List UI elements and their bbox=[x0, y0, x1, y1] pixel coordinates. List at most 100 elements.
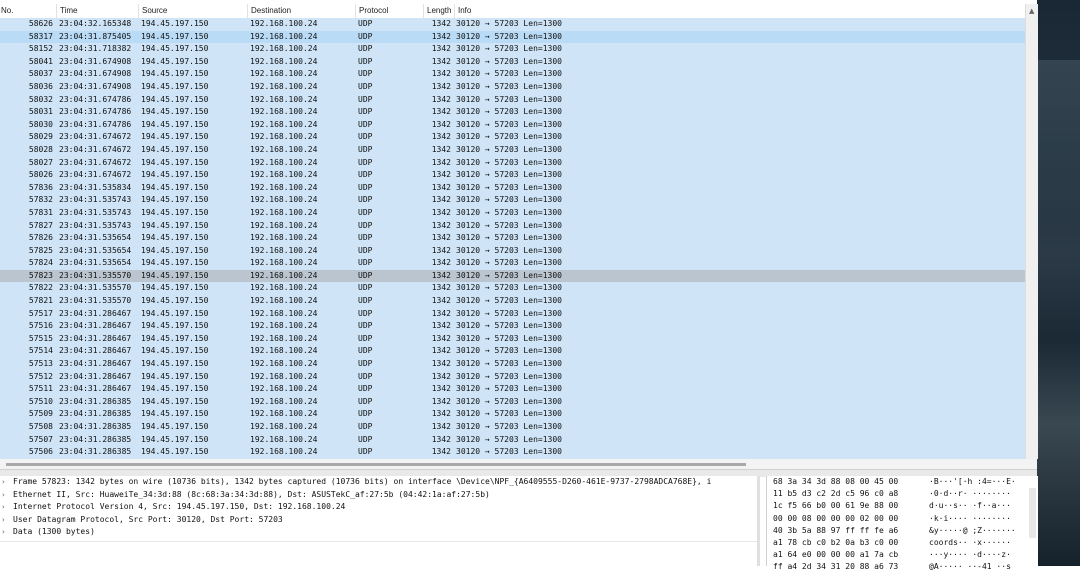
detail-tree-item[interactable]: › Ethernet II, Src: HuaweiTe_34:3d:88 (8c… bbox=[0, 489, 760, 502]
column-header-source[interactable]: Source bbox=[142, 6, 167, 15]
packet-row[interactable]: 58028 23:04:31.674672 194.45.197.150 192.16… bbox=[0, 144, 1025, 157]
packet-row[interactable]: 58041 23:04:31.674908 194.45.197.150 192.16… bbox=[0, 56, 1025, 69]
packet-row[interactable]: 57507 23:04:31.286385 194.45.197.150 192.16… bbox=[0, 434, 1025, 447]
cell-destination: 192.168.100.24 bbox=[250, 233, 318, 243]
cell-info: 30120 → 57203 Len=1300 bbox=[456, 69, 562, 79]
packet-list-header: No. Time Source Destination Protocol Len… bbox=[0, 4, 1025, 19]
hex-line[interactable]: a1 78 cb c0 b2 0a b3 c0 00 coords·· ·x···… bbox=[767, 537, 1038, 549]
cell-protocol: UDP bbox=[358, 308, 373, 318]
packet-row[interactable]: 57827 23:04:31.535743 194.45.197.150 192.16… bbox=[0, 220, 1025, 233]
cell-source: 194.45.197.150 bbox=[141, 409, 209, 419]
packet-row[interactable]: 57513 23:04:31.286467 194.45.197.150 192.16… bbox=[0, 358, 1025, 371]
packet-row[interactable]: 57512 23:04:31.286467 194.45.197.150 192.16… bbox=[0, 371, 1025, 384]
cell-protocol: UDP bbox=[358, 321, 373, 331]
hex-line[interactable]: a1 64 e0 00 00 00 a1 7a cb ···y···· ·d···… bbox=[767, 549, 1038, 561]
cell-destination: 192.168.100.24 bbox=[250, 107, 318, 117]
detail-tree-item[interactable]: › Frame 57823: 1342 bytes on wire (10736 … bbox=[0, 476, 760, 489]
packet-row[interactable]: 57826 23:04:31.535654 194.45.197.150 192.16… bbox=[0, 232, 1025, 245]
detail-tree-item[interactable]: › Internet Protocol Version 4, Src: 194.4… bbox=[0, 501, 760, 514]
cell-time: 23:04:31.535570 bbox=[59, 283, 132, 293]
cell-time: 23:04:31.286385 bbox=[59, 422, 132, 431]
cell-no: 58037 bbox=[28, 69, 53, 79]
column-divider[interactable] bbox=[423, 4, 424, 18]
details-scrollbar[interactable] bbox=[757, 476, 760, 566]
packet-row[interactable]: 58037 23:04:31.674908 194.45.197.150 192.16… bbox=[0, 68, 1025, 81]
cell-source: 194.45.197.150 bbox=[141, 422, 209, 431]
packet-row[interactable]: 57509 23:04:31.286385 194.45.197.150 192.16… bbox=[0, 408, 1025, 421]
cell-no: 57510 bbox=[28, 396, 53, 406]
cell-info: 30120 → 57203 Len=1300 bbox=[456, 107, 562, 117]
packet-row[interactable]: 58032 23:04:31.674786 194.45.197.150 192.16… bbox=[0, 94, 1025, 107]
cell-info: 30120 → 57203 Len=1300 bbox=[456, 233, 562, 243]
horizontal-scroll-thumb[interactable] bbox=[6, 463, 746, 466]
cell-length: 1342 bbox=[431, 19, 451, 28]
hex-line[interactable]: ff a4 2d 34 31 20 88 a6 73 @A····· ··-41 … bbox=[767, 561, 1038, 573]
packet-row[interactable]: 57822 23:04:31.535570 194.45.197.150 192.16… bbox=[0, 282, 1025, 295]
cell-no: 58027 bbox=[28, 157, 53, 167]
packet-row[interactable]: 58029 23:04:31.674672 194.45.197.150 192.16… bbox=[0, 131, 1025, 144]
column-header-info[interactable]: Info bbox=[458, 6, 471, 15]
column-header-time[interactable]: Time bbox=[60, 6, 77, 15]
hex-line[interactable]: 68 3a 34 3d 88 08 00 45 00 ·B···'[·h :4=·… bbox=[767, 476, 1038, 488]
packet-row[interactable]: 57515 23:04:31.286467 194.45.197.150 192.16… bbox=[0, 333, 1025, 346]
packet-row[interactable]: 58027 23:04:31.674672 194.45.197.150 192.16… bbox=[0, 157, 1025, 170]
packet-list-scrollbar[interactable]: ▲ bbox=[1025, 4, 1038, 459]
cell-protocol: UDP bbox=[358, 245, 373, 255]
packet-row[interactable]: 57831 23:04:31.535743 194.45.197.150 192.16… bbox=[0, 207, 1025, 220]
cell-destination: 192.168.100.24 bbox=[250, 69, 318, 79]
packet-row[interactable]: 57514 23:04:31.286467 194.45.197.150 192.16… bbox=[0, 345, 1025, 358]
cell-info: 30120 → 57203 Len=1300 bbox=[456, 422, 562, 431]
cell-source: 194.45.197.150 bbox=[141, 31, 209, 41]
packet-row[interactable]: 57506 23:04:31.286385 194.45.197.150 192.16… bbox=[0, 446, 1025, 459]
hex-line[interactable]: 40 3b 5a 88 97 ff ff fe a6 &y·····@ ;Z···… bbox=[767, 525, 1038, 537]
cell-protocol: UDP bbox=[358, 44, 373, 54]
expand-arrow-icon[interactable]: › bbox=[2, 476, 5, 489]
column-header-no[interactable]: No. bbox=[1, 6, 13, 15]
hex-line[interactable]: 1c f5 66 b0 00 61 9e 88 00 d·u··s·· ·f··a… bbox=[767, 500, 1038, 512]
column-divider[interactable] bbox=[247, 4, 248, 18]
expand-arrow-icon[interactable]: › bbox=[2, 526, 5, 539]
cell-info: 30120 → 57203 Len=1300 bbox=[456, 434, 562, 444]
expand-arrow-icon[interactable]: › bbox=[2, 501, 5, 514]
packet-row[interactable]: 57508 23:04:31.286385 194.45.197.150 192.16… bbox=[0, 421, 1025, 434]
column-divider[interactable] bbox=[454, 4, 455, 18]
expand-arrow-icon[interactable]: › bbox=[2, 514, 5, 527]
packet-row[interactable]: 57825 23:04:31.535654 194.45.197.150 192.16… bbox=[0, 245, 1025, 258]
column-divider[interactable] bbox=[355, 4, 356, 18]
cell-length: 1342 bbox=[431, 170, 451, 180]
packet-row[interactable]: 58626 23:04:32.165348 194.45.197.150 192.16… bbox=[0, 18, 1025, 31]
packet-row[interactable]: 58030 23:04:31.674786 194.45.197.150 192.16… bbox=[0, 119, 1025, 132]
column-header-length[interactable]: Length bbox=[427, 6, 451, 15]
column-divider[interactable] bbox=[138, 4, 139, 18]
packet-row[interactable]: 57821 23:04:31.535570 194.45.197.150 192.16… bbox=[0, 295, 1025, 308]
packet-row[interactable]: 57832 23:04:31.535743 194.45.197.150 192.16… bbox=[0, 194, 1025, 207]
packet-row[interactable]: 57824 23:04:31.535654 194.45.197.150 192.16… bbox=[0, 257, 1025, 270]
packet-row[interactable]: 58152 23:04:31.718382 194.45.197.150 192.16… bbox=[0, 43, 1025, 56]
packet-row[interactable]: 58317 23:04:31.875405 194.45.197.150 192.16… bbox=[0, 30, 1025, 44]
cell-length: 1342 bbox=[431, 44, 451, 54]
column-divider[interactable] bbox=[56, 4, 57, 18]
cell-time: 23:04:31.286467 bbox=[59, 371, 132, 381]
column-header-protocol[interactable]: Protocol bbox=[359, 6, 388, 15]
expand-arrow-icon[interactable]: › bbox=[2, 489, 5, 502]
detail-tree-item[interactable]: › Data (1300 bytes) bbox=[0, 526, 760, 539]
cell-time: 23:04:31.286385 bbox=[59, 409, 132, 419]
packet-row[interactable]: 57823 23:04:31.535570 194.45.197.150 192.16… bbox=[0, 269, 1025, 283]
packet-row[interactable]: 57516 23:04:31.286467 194.45.197.150 192.16… bbox=[0, 320, 1025, 333]
packet-row[interactable]: 57836 23:04:31.535834 194.45.197.150 192.16… bbox=[0, 182, 1025, 195]
bytes-scrollbar[interactable] bbox=[1029, 488, 1036, 538]
packet-row[interactable]: 57511 23:04:31.286467 194.45.197.150 192.16… bbox=[0, 383, 1025, 396]
detail-tree-item[interactable]: › User Datagram Protocol, Src Port: 30120… bbox=[0, 514, 760, 527]
hex-line[interactable]: 11 b5 d3 c2 2d c5 96 c0 a8 ·0·d··r· ···-·… bbox=[767, 488, 1038, 500]
horizontal-scrollbar[interactable] bbox=[0, 459, 1037, 469]
packet-row[interactable]: 57517 23:04:31.286467 194.45.197.150 192.16… bbox=[0, 308, 1025, 321]
packet-row[interactable]: 58031 23:04:31.674786 194.45.197.150 192.16… bbox=[0, 106, 1025, 119]
packet-row[interactable]: 58026 23:04:31.674672 194.45.197.150 192.16… bbox=[0, 169, 1025, 182]
column-header-destination[interactable]: Destination bbox=[251, 6, 291, 15]
hex-line[interactable]: 00 00 08 00 00 00 02 00 00 ·k·i···· ·····… bbox=[767, 513, 1038, 525]
detail-tree-label: Internet Protocol Version 4, Src: 194.45… bbox=[13, 502, 346, 511]
packet-row[interactable]: 58036 23:04:31.674908 194.45.197.150 192.16… bbox=[0, 81, 1025, 94]
cell-protocol: UDP bbox=[358, 56, 373, 66]
scroll-up-icon[interactable]: ▲ bbox=[1029, 7, 1034, 15]
packet-row[interactable]: 57510 23:04:31.286385 194.45.197.150 192.16… bbox=[0, 396, 1025, 409]
